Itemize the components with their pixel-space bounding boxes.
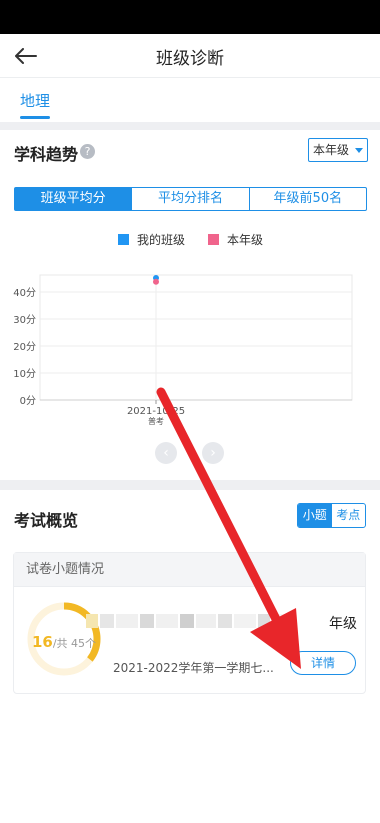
overview-toggle: 小题 考点 bbox=[297, 503, 366, 528]
status-bar bbox=[0, 0, 380, 34]
active-tab-indicator bbox=[20, 116, 50, 119]
x-tick-label: 2021-10-25 bbox=[127, 406, 185, 417]
y-tick-label: 20分 bbox=[13, 341, 36, 353]
segment-average-rank[interactable]: 平均分排名 bbox=[132, 188, 250, 210]
y-tick-label: 10分 bbox=[13, 368, 36, 380]
tab-geography[interactable]: 地理 bbox=[20, 90, 50, 111]
exam-card: 试卷小题情况 16/共 45个 年级 2021-2022学年第一学期七... 详… bbox=[13, 552, 366, 694]
y-tick-label: 40分 bbox=[13, 287, 36, 299]
subject-tabs: 地理 bbox=[0, 78, 380, 122]
y-tick-label: 0分 bbox=[20, 395, 36, 407]
legend-label: 本年级 bbox=[227, 233, 264, 247]
ring-total: /共 45个 bbox=[52, 637, 97, 650]
metric-segmented-control: 班级平均分 平均分排名 年级前50名 bbox=[14, 187, 367, 211]
x-tick-label: 普考 bbox=[148, 416, 164, 426]
legend-item-grade[interactable]: 本年级 bbox=[208, 231, 263, 248]
exam-subtitle: 2021-2022学年第一学期七... bbox=[113, 661, 274, 675]
toggle-questions[interactable]: 小题 bbox=[298, 504, 332, 527]
help-icon[interactable]: ? bbox=[80, 144, 95, 159]
trend-chart: 0分 10分 20分 30分 40分 2021-10-25普考 bbox=[13, 274, 353, 426]
trend-title: 学科趋势 bbox=[14, 145, 79, 164]
chart-next-button[interactable]: › bbox=[202, 442, 224, 464]
overview-title: 考试概览 bbox=[14, 511, 79, 530]
page-title: 班级诊断 bbox=[156, 49, 224, 69]
toggle-points[interactable]: 考点 bbox=[332, 504, 366, 527]
chart-prev-button[interactable]: ‹ bbox=[155, 442, 177, 464]
caret-down-icon bbox=[355, 148, 363, 153]
exam-name: 年级 bbox=[329, 616, 357, 632]
segment-class-average[interactable]: 班级平均分 bbox=[15, 188, 133, 210]
legend-item-my-class[interactable]: 我的班级 bbox=[118, 231, 185, 248]
detail-button[interactable]: 详情 bbox=[290, 651, 356, 675]
chart-legend: 我的班级 本年级 bbox=[0, 231, 380, 247]
data-point bbox=[153, 278, 159, 285]
y-tick-label: 30分 bbox=[13, 314, 36, 326]
grade-select[interactable]: 本年级 bbox=[307, 138, 368, 162]
exam-name-redacted bbox=[86, 613, 316, 631]
segment-top50[interactable]: 年级前50名 bbox=[250, 188, 366, 210]
ring-score: 16 bbox=[31, 633, 53, 651]
ring-label: 16/共 45个 bbox=[24, 633, 104, 651]
grade-select-value: 本年级 bbox=[312, 143, 349, 157]
overview-section: 考试概览 小题 考点 试卷小题情况 16/共 45个 年级 2021-2022学… bbox=[0, 490, 380, 823]
section-gap bbox=[0, 122, 380, 130]
plot-frame bbox=[39, 274, 353, 401]
legend-swatch-blue bbox=[118, 234, 129, 245]
legend-label: 我的班级 bbox=[137, 233, 186, 247]
legend-swatch-pink bbox=[208, 234, 219, 245]
section-gap bbox=[0, 480, 380, 490]
trend-section: 学科趋势 ? 本年级 班级平均分 平均分排名 年级前50名 我的班级 本年级 0… bbox=[0, 130, 380, 480]
app-header: 班级诊断 bbox=[0, 34, 380, 78]
card-header: 试卷小题情况 bbox=[14, 553, 365, 587]
